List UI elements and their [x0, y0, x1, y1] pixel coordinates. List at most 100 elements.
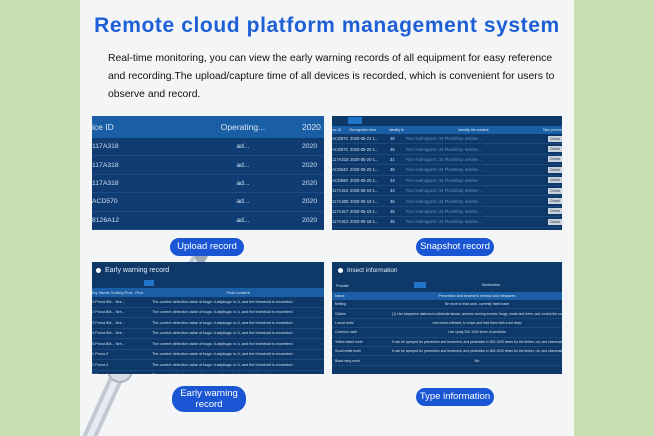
device-id-cell: 117A318: [332, 156, 349, 162]
table-row: 3 Prova 8M... Nre... The current detectio…: [92, 318, 324, 329]
push-content-cell: The current detection value of bugs >Lad…: [152, 373, 324, 374]
table-row: 1 Prova 2 The current detection value of …: [92, 350, 324, 360]
check-button[interactable]: Check: [548, 187, 562, 194]
insect-method-cell: Mu: [474, 358, 480, 363]
time-cell: 2020-05-19 1...: [350, 208, 379, 214]
device-id-cell: ACD570: [332, 146, 348, 152]
push-content-cell: The current detection value of bugs >Lad…: [152, 299, 293, 304]
early-warning-header: Early warning record: [92, 262, 324, 278]
insect-table-body: Meiting Be more to lead work, currently f…: [332, 300, 562, 366]
snapshot-col-picture: Take picture: [542, 128, 562, 132]
table-row: 117A314 2020-05-19 1... 34 Rice leafroppers…: [332, 186, 562, 197]
early-warning-col-info: Eq. Numb Sorting Prot.. Prot..: [92, 290, 145, 295]
insect-information-title: Insect information: [347, 266, 398, 274]
upload-table-header: ice ID Operating... 2020: [92, 116, 324, 138]
time-cell: 2020-05-19 1...: [350, 198, 379, 204]
table-row[interactable]: 117A318 ad... 2020: [92, 138, 324, 157]
snapshot-table-body: ACD570 2020-05-21 1... 36 Rice leafroppers:…: [332, 134, 562, 228]
table-row: ACD540 2020-05-20 1... 36 Rice leafroppers:…: [332, 165, 562, 176]
insect-search-bar: Protate Illustration: [332, 278, 562, 292]
table-row: 117A308 2020-05-19 1... 36 Rice leafroppers…: [332, 196, 562, 207]
snapshot-col-content: Identify the content: [458, 128, 489, 132]
insect-information-header: Insect information: [332, 262, 562, 278]
insect-method-cell: (1) Use fatquence stations to eliminate …: [392, 311, 562, 316]
early-warning-table-header: Eq. Numb Sorting Prot.. Prot.. Push cont…: [92, 288, 324, 297]
snapshot-toolbar: [332, 116, 562, 126]
insect-search-button[interactable]: [414, 282, 426, 288]
insect-method-cell: Use spray 300-1000 times of pesticide: [448, 330, 506, 335]
insect-method-cell: It can be sprayed for prevention and tre…: [392, 349, 562, 354]
check-button[interactable]: Check: [548, 166, 562, 173]
table-row[interactable]: ACD570 ad... 2020: [92, 193, 324, 212]
type-information-button[interactable]: Type information: [416, 388, 494, 406]
insect-name-cell: Common moth: [335, 330, 358, 335]
check-button[interactable]: Check: [548, 177, 562, 184]
table-row[interactable]: 117A318 ad... 2020: [92, 175, 324, 194]
total-cell: 35: [390, 208, 395, 214]
total-cell: 31: [390, 156, 395, 162]
time-cell: 2020-05-19 1...: [350, 188, 379, 194]
push-content-cell: The current detection value of bugs >Lad…: [152, 320, 293, 325]
snapshot-record-panel: ice ID Recognition time Identify the tot…: [332, 116, 562, 230]
time-cell: 2020: [302, 161, 318, 169]
time-cell: 2020-05-20 1...: [350, 177, 379, 183]
time-cell: 2020-05-21 1...: [350, 136, 379, 142]
check-button[interactable]: Check: [548, 218, 562, 225]
device-id-cell: ACD570: [332, 136, 348, 142]
table-row: Black wing moth Mu: [332, 356, 562, 366]
warning-info-cell: 3 Prova 8M... Nre...: [92, 320, 125, 325]
snapshot-record-button[interactable]: Snapshot record: [416, 238, 494, 256]
check-button[interactable]: Check: [548, 146, 562, 153]
table-row: Golden (1) Use fatquence stations to elim…: [332, 309, 562, 319]
table-row[interactable]: 8126A12 ad... 2020: [92, 212, 324, 230]
device-id-cell: 117A318: [92, 161, 119, 169]
insect-method-cell: It can be sprayed for prevention and tre…: [392, 339, 562, 344]
total-cell: 36: [390, 198, 395, 204]
time-cell: 2020-05-20 1...: [350, 167, 379, 173]
device-id-cell: 117A318: [92, 179, 119, 187]
upload-record-panel: ice ID Operating... 2020 117A318 ad... 202…: [92, 116, 324, 230]
device-id-cell: 117A317: [332, 208, 349, 214]
insect-name-cell: Locust wetle: [335, 320, 354, 325]
insect-information-panel: Insect information Protate Illustration …: [332, 262, 562, 374]
table-row: 2 Prova 8M... Nre... The current detectio…: [92, 308, 324, 318]
operating-cell: ad...: [236, 216, 250, 224]
device-id-cell: 117A313: [332, 219, 349, 225]
upload-col-operating: Operating...: [220, 122, 266, 132]
table-row: 3 Prova 2The current detection value of …: [92, 371, 324, 374]
table-row: Small white moth It can be sprayed for pr…: [332, 347, 562, 357]
time-cell: 2020: [302, 216, 318, 224]
insect-name-cell: Black wing moth: [335, 358, 360, 363]
time-cell: 2020-05-20 1...: [350, 146, 379, 152]
push-content-cell: The current detection value of bugs >Lad…: [152, 331, 293, 336]
warning-info-cell: 1 Prova 8M... Nre...: [92, 299, 125, 304]
page-description: Real-time monitoring, you can view the e…: [108, 53, 555, 100]
early-warning-search-button[interactable]: [144, 280, 154, 286]
warning-info-cell: 4 Prova 8M... Nre...: [92, 331, 125, 336]
check-button[interactable]: Check: [548, 135, 562, 142]
content-cell: Rice leafroppers: 34 Plandthop Iwisitse …: [406, 219, 484, 225]
snapshot-search-button[interactable]: [348, 117, 362, 124]
check-button[interactable]: Check: [548, 208, 562, 215]
device-id-cell: 8126A12: [92, 216, 120, 224]
insect-method-cell: Be more to lead work, currently fated tr…: [444, 302, 510, 307]
insect-col-name: Name: [335, 294, 345, 298]
operating-cell: ad...: [236, 143, 250, 151]
early-warning-toolbar: [92, 278, 324, 288]
insect-method-cell: Use mirror-infested, to crops and hold t…: [432, 320, 522, 325]
insect-illustration-label: Illustration: [482, 282, 501, 287]
content-cell: Rice leafroppers: 34 Plandthop Iwisitse …: [406, 208, 484, 214]
table-row: Yellow hated moth It can be sprayed for p…: [332, 338, 562, 347]
time-cell: 2020: [302, 143, 318, 151]
check-button[interactable]: Check: [548, 198, 562, 205]
table-row[interactable]: 117A318 ad... 2020: [92, 156, 324, 175]
insect-name-cell: Meiting: [335, 302, 346, 307]
insect-name-cell: Small white moth: [335, 349, 361, 354]
content-card: Remote cloud platform management system …: [80, 0, 574, 436]
check-button[interactable]: Check: [548, 156, 562, 163]
insect-col-method: Prevention and treatment method and meas…: [438, 294, 516, 298]
table-row: 117A317 2020-05-19 1... 35 Rice leafroppers…: [332, 207, 562, 218]
upload-record-button[interactable]: Upload record: [170, 238, 244, 256]
table-row: Common moth Use spray 300-1000 times of p…: [332, 328, 562, 338]
early-warning-record-button[interactable]: Early warning record: [172, 386, 246, 412]
